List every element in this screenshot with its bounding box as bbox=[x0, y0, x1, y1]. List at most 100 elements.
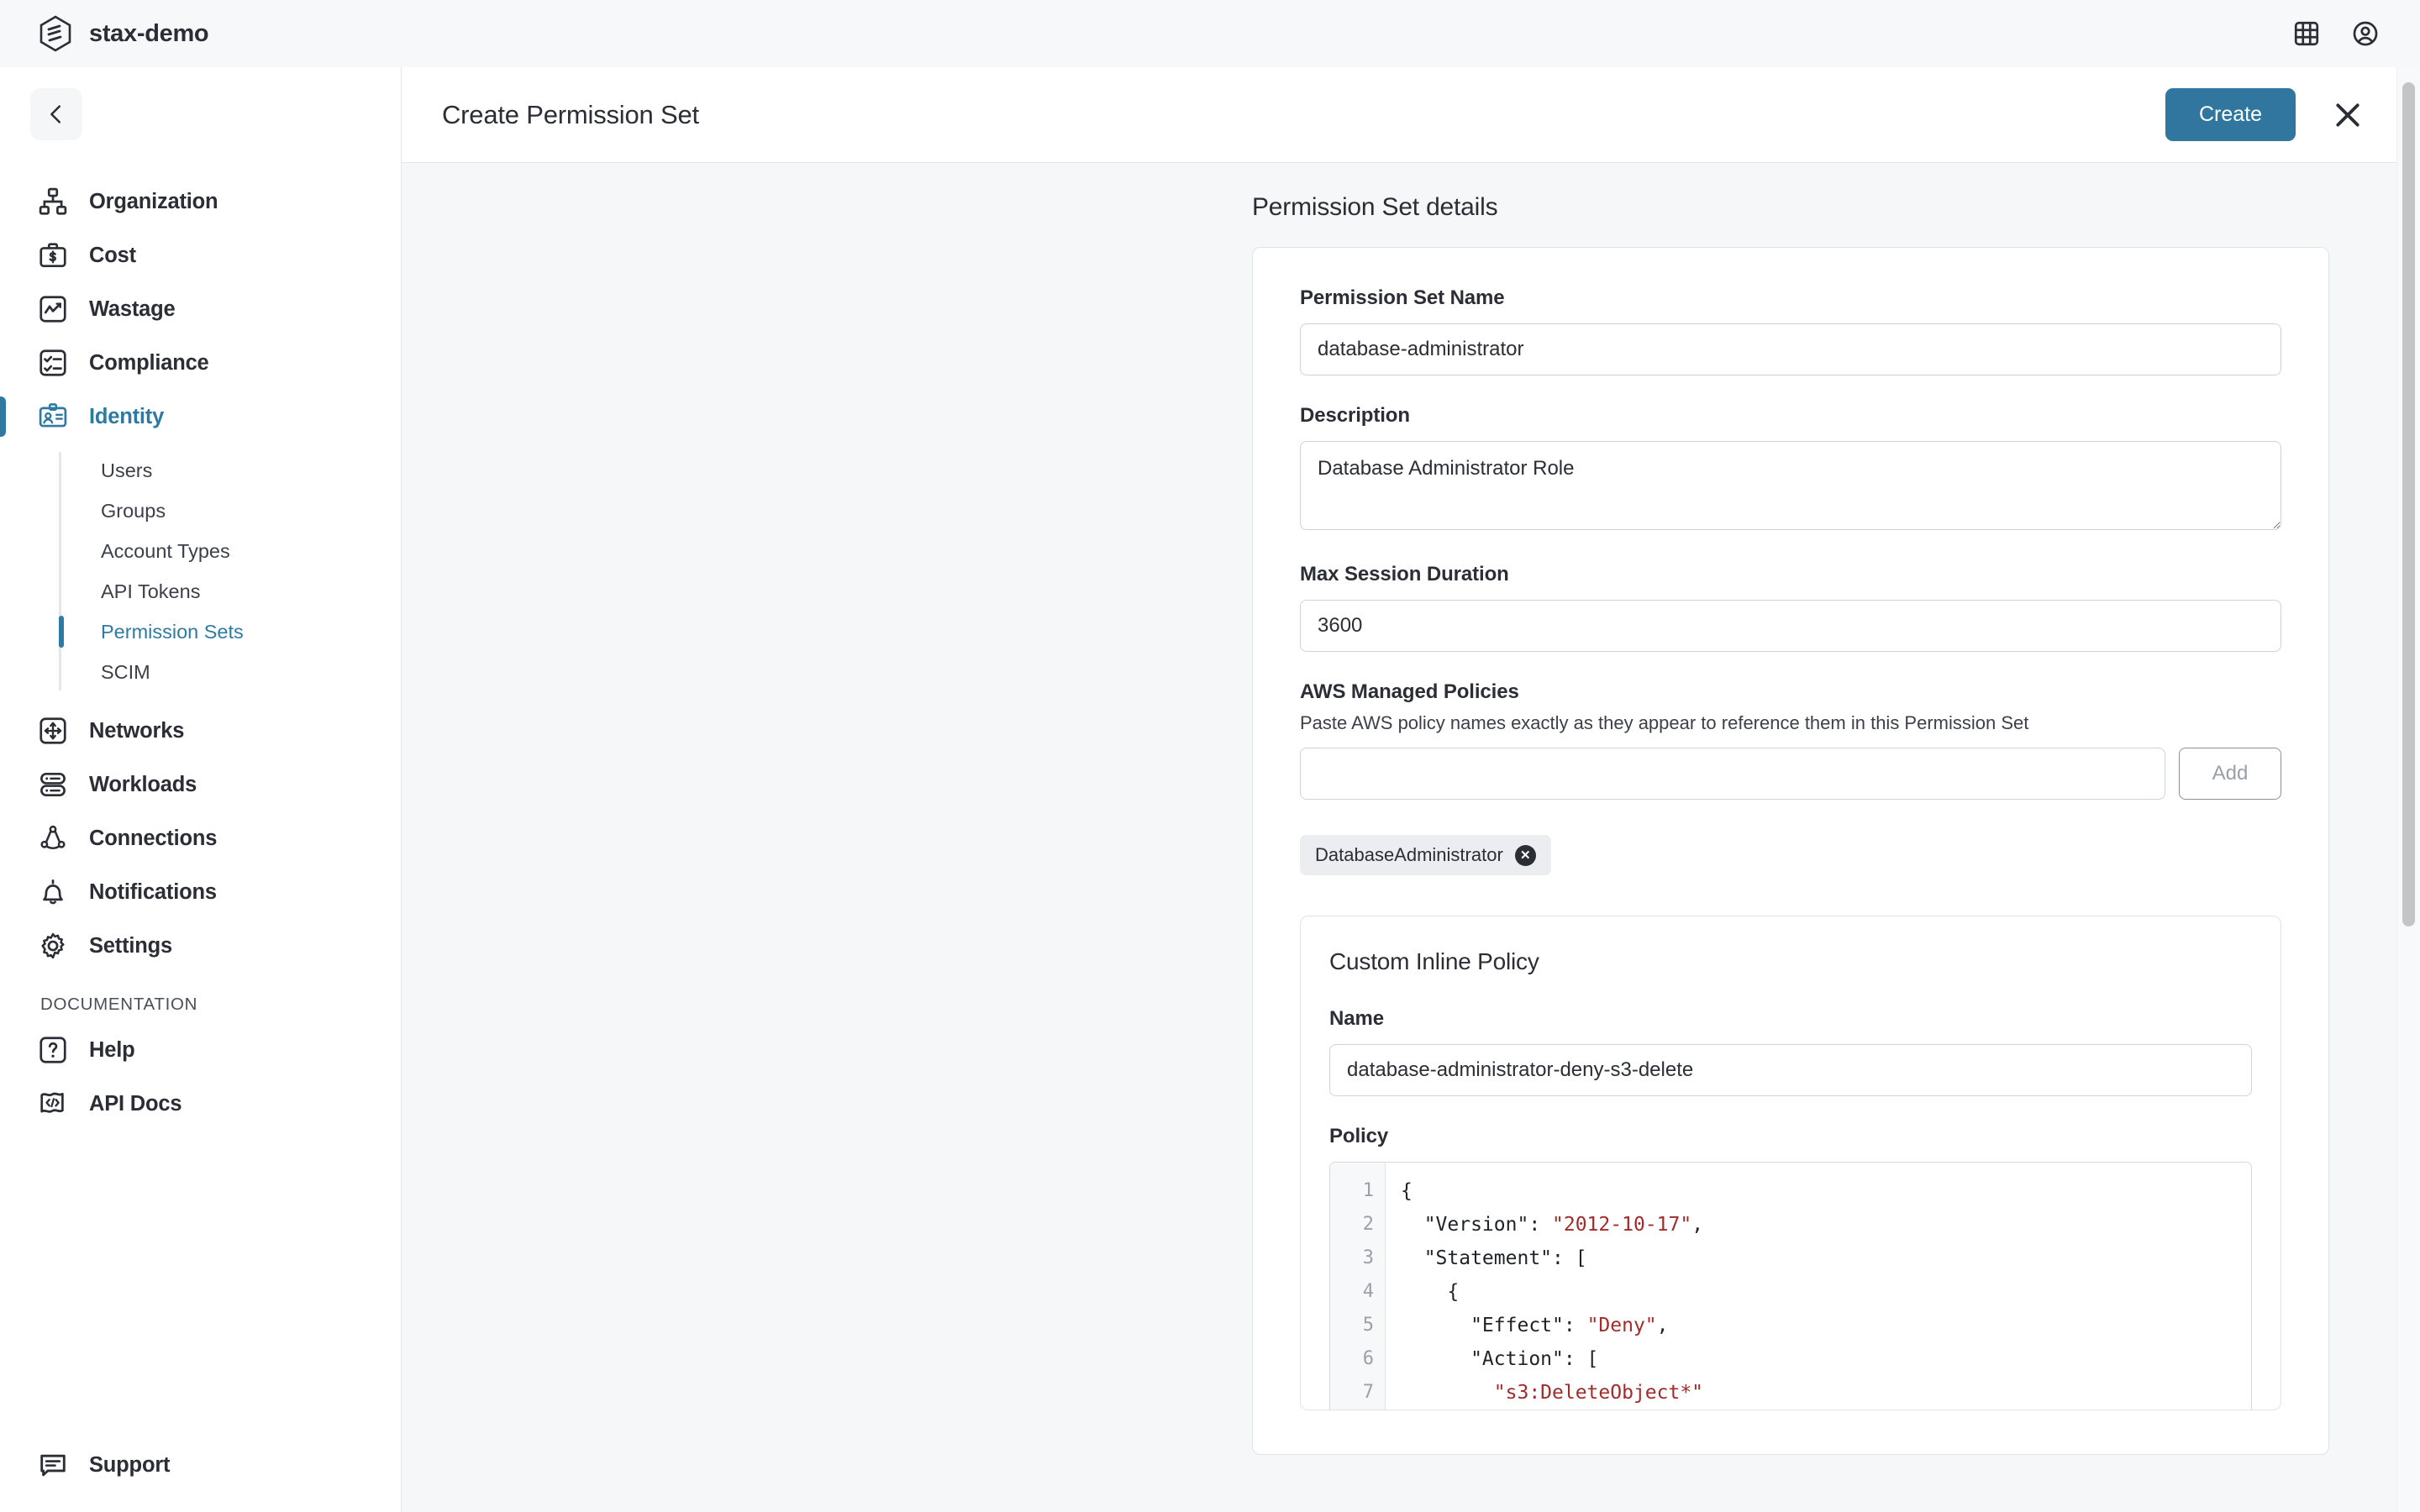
code-line-number: 2 bbox=[1362, 1214, 1374, 1235]
code-line-number: 7 bbox=[1362, 1382, 1374, 1403]
sidebar-subitem-permission-sets[interactable]: Permission Sets bbox=[59, 612, 401, 652]
sidebar-item-support[interactable]: Support bbox=[0, 1438, 401, 1492]
sidebar-item-organization[interactable]: Organization bbox=[0, 175, 401, 228]
subitem-label: SCIM bbox=[101, 660, 150, 683]
permission-set-details-card: Permission Set Name Description Database… bbox=[1252, 247, 2329, 1455]
code-line: { bbox=[1401, 1281, 1460, 1303]
bell-icon bbox=[43, 879, 63, 905]
sidebar-nav: Organization Cost Wastage Compliance Ide… bbox=[0, 175, 401, 1131]
subitem-label: Users bbox=[101, 459, 153, 481]
max-session-duration-input[interactable] bbox=[1300, 600, 2281, 652]
panel-actions: Create bbox=[2165, 88, 2373, 141]
field-permission-set-name: Permission Set Name bbox=[1300, 286, 2281, 375]
sidebar-item-label: Organization bbox=[89, 189, 218, 213]
inline-policy-name-input[interactable] bbox=[1329, 1044, 2252, 1096]
policy-chip: DatabaseAdministrator ✕ bbox=[1300, 835, 1551, 875]
sidebar-subitem-scim[interactable]: SCIM bbox=[66, 652, 401, 692]
description-textarea[interactable]: Database Administrator Role bbox=[1300, 441, 2281, 530]
section-heading: Permission Set details bbox=[1252, 193, 1498, 221]
sidebar-item-label: Networks bbox=[89, 718, 185, 743]
sidebar-subitem-account-types[interactable]: Account Types bbox=[66, 531, 401, 571]
aws-managed-policy-input[interactable] bbox=[1300, 748, 2165, 800]
create-button[interactable]: Create bbox=[2165, 88, 2296, 141]
org-name: stax-demo bbox=[89, 19, 209, 47]
network-nodes-icon bbox=[40, 825, 66, 849]
field-aws-managed-policies: AWS Managed Policies Paste AWS policy na… bbox=[1300, 680, 2281, 875]
inline-policy-label: Policy bbox=[1329, 1125, 1389, 1147]
sidebar-item-identity[interactable]: Identity bbox=[0, 390, 401, 444]
close-icon[interactable] bbox=[2331, 98, 2365, 132]
sidebar-item-cost[interactable]: Cost bbox=[0, 228, 401, 282]
aws-managed-policies-input-row: Add bbox=[1300, 748, 2281, 800]
sidebar-item-label: Settings bbox=[89, 933, 172, 958]
aws-managed-policies-help: Paste AWS policy names exactly as they a… bbox=[1300, 712, 2029, 733]
sidebar-item-compliance[interactable]: Compliance bbox=[0, 336, 401, 390]
code-line-number: 5 bbox=[1362, 1315, 1374, 1336]
code-line: "Action": [ bbox=[1401, 1348, 1599, 1370]
identity-subnav: Users Groups Account Types API Tokens Pe… bbox=[0, 450, 401, 692]
policy-chip-label: DatabaseAdministrator bbox=[1315, 844, 1503, 865]
sidebar: Organization Cost Wastage Compliance Ide… bbox=[0, 67, 402, 1512]
sidebar-subitem-users[interactable]: Users bbox=[66, 450, 401, 491]
chevron-left-icon bbox=[50, 105, 60, 123]
remove-chip-icon[interactable]: ✕ bbox=[1514, 844, 1536, 866]
briefcase-dollar-icon bbox=[39, 243, 66, 268]
add-policy-button[interactable]: Add bbox=[2179, 748, 2281, 800]
sidebar-section-documentation: DOCUMENTATION bbox=[40, 995, 198, 1014]
code-line: "Version": "2012-10-17", bbox=[1401, 1214, 1704, 1236]
sidebar-item-label: Compliance bbox=[89, 350, 209, 375]
code-line: "Statement": [ bbox=[1401, 1247, 1587, 1269]
server-stack-icon bbox=[40, 772, 66, 797]
sidebar-item-wastage[interactable]: Wastage bbox=[0, 282, 401, 336]
code-line-number: 6 bbox=[1362, 1348, 1374, 1369]
code-line: "Effect": "Deny", bbox=[1401, 1315, 1669, 1336]
code-content[interactable]: { "Version": "2012-10-17", "Statement": … bbox=[1386, 1163, 2251, 1410]
chart-line-square-icon bbox=[39, 296, 66, 323]
main-vertical-scrollbar[interactable] bbox=[2396, 67, 2420, 1512]
stax-hexagon-logo-icon bbox=[39, 15, 71, 52]
sidebar-item-workloads[interactable]: Workloads bbox=[0, 758, 401, 811]
field-max-session-duration: Max Session Duration bbox=[1300, 563, 2281, 652]
gear-icon bbox=[41, 932, 65, 959]
question-square-icon bbox=[39, 1037, 66, 1063]
sidebar-collapse-button[interactable] bbox=[30, 88, 82, 140]
grid-apps-icon[interactable] bbox=[2292, 19, 2321, 48]
sidebar-item-connections[interactable]: Connections bbox=[0, 811, 401, 865]
inline-policy-name-label: Name bbox=[1329, 1007, 1384, 1030]
custom-inline-policy-card: Custom Inline Policy Name Policy 1 2 3 4 5 6 7… bbox=[1300, 916, 2281, 1410]
sidebar-item-networks[interactable]: Networks bbox=[0, 704, 401, 758]
code-line-numbers: 1 2 3 4 5 6 7 bbox=[1330, 1163, 1386, 1410]
field-inline-policy-json: Policy 1 2 3 4 5 6 7 { "Version": "2012-10-17"… bbox=[1329, 1125, 2252, 1410]
sidebar-item-settings[interactable]: Settings bbox=[0, 919, 401, 973]
sidebar-item-label: Wastage bbox=[89, 297, 176, 321]
policy-code-editor[interactable]: 1 2 3 4 5 6 7 { "Version": "2012-10-17", "Stat… bbox=[1329, 1162, 2252, 1410]
sidebar-item-label: Connections bbox=[89, 826, 218, 850]
sidebar-subitem-groups[interactable]: Groups bbox=[66, 491, 401, 531]
main-panel: Create Permission Set Create Permission … bbox=[402, 67, 2420, 1512]
permission-set-name-input[interactable] bbox=[1300, 323, 2281, 375]
sidebar-item-notifications[interactable]: Notifications bbox=[0, 865, 401, 919]
brand[interactable]: stax-demo bbox=[0, 15, 209, 52]
id-card-icon bbox=[39, 403, 67, 428]
chat-bubble-icon bbox=[40, 1454, 66, 1477]
sidebar-item-label: Help bbox=[89, 1037, 135, 1062]
code-line: { bbox=[1401, 1180, 1413, 1202]
scrollbar-thumb[interactable] bbox=[2402, 82, 2415, 927]
sidebar-item-api-docs[interactable]: API Docs bbox=[0, 1077, 401, 1131]
panel-header: Create Permission Set Create bbox=[402, 67, 2420, 163]
page-title: Create Permission Set bbox=[442, 99, 699, 129]
code-line: "s3:DeleteObject*" bbox=[1493, 1382, 1704, 1404]
aws-managed-policies-chips: DatabaseAdministrator ✕ bbox=[1300, 835, 2281, 875]
org-chart-icon bbox=[39, 187, 67, 215]
sidebar-item-label: Identity bbox=[89, 404, 165, 428]
top-bar: stax-demo bbox=[0, 0, 2420, 67]
sidebar-subitem-api-tokens[interactable]: API Tokens bbox=[66, 571, 401, 612]
user-circle-icon[interactable] bbox=[2351, 19, 2380, 48]
sidebar-item-label: Support bbox=[89, 1452, 171, 1477]
subitem-label: API Tokens bbox=[101, 580, 201, 602]
sidebar-item-help[interactable]: Help bbox=[0, 1023, 401, 1077]
custom-inline-policy-title: Custom Inline Policy bbox=[1329, 948, 1539, 974]
code-line-number: 3 bbox=[1362, 1247, 1374, 1268]
aws-managed-policies-label: AWS Managed Policies bbox=[1300, 680, 1519, 703]
topbar-actions bbox=[2292, 19, 2420, 48]
